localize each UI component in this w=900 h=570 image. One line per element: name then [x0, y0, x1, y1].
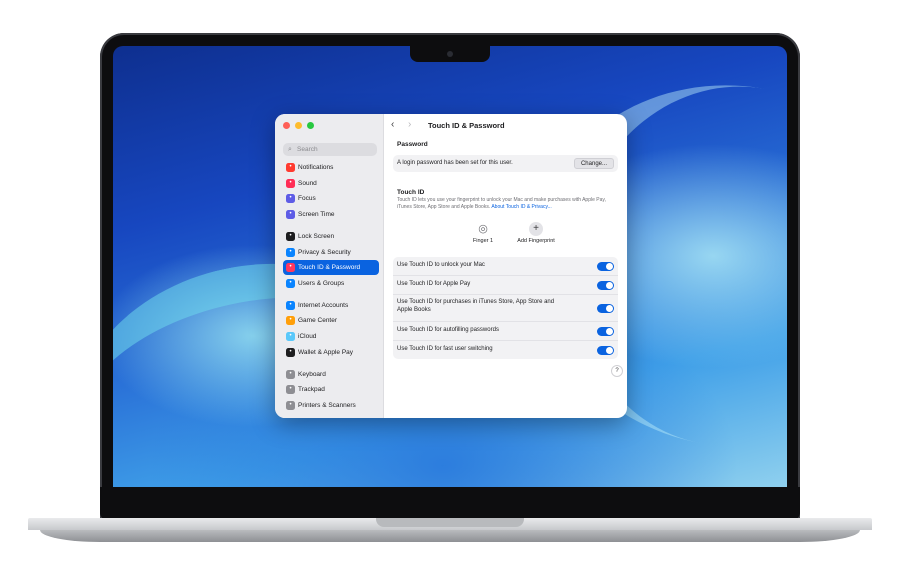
- sidebar-item-label: Game Center: [298, 317, 338, 324]
- sidebar-item-trackpad[interactable]: • Trackpad: [283, 382, 379, 397]
- laptop-thumb-notch: [376, 518, 524, 527]
- toggle-row: Use Touch ID for autofilling passwords: [393, 322, 618, 341]
- toggle-label: Use Touch ID to unlock your Mac: [397, 262, 485, 268]
- toggle-row: Use Touch ID for Apple Pay: [393, 276, 618, 295]
- password-status: A login password has been set for this u…: [397, 160, 513, 166]
- toggle-row: Use Touch ID to unlock your Mac: [393, 257, 618, 276]
- sidebar-item-label: Notifications: [298, 164, 334, 171]
- password-card: A login password has been set for this u…: [393, 155, 618, 172]
- wallet-icon: •: [286, 348, 295, 357]
- sidebar-item-label: Focus: [298, 195, 316, 202]
- sidebar-item-keyboard[interactable]: • Keyboard: [283, 367, 379, 382]
- sidebar-item-icloud[interactable]: • iCloud: [283, 329, 379, 344]
- toggle-switch[interactable]: [597, 327, 614, 336]
- touch-id-options: Use Touch ID to unlock your Mac Use Touch…: [393, 257, 618, 359]
- sidebar-item-users-groups[interactable]: • Users & Groups: [283, 276, 379, 291]
- laptop-bottom-bezel: [100, 487, 800, 519]
- system-settings-window: ⌕ Search • Notifications • Sound • Focus • Scre…: [275, 114, 627, 418]
- cloud-icon: •: [286, 332, 295, 341]
- change-password-button[interactable]: Change...: [573, 158, 614, 169]
- add-fingerprint-button[interactable]: + Add Fingerprint: [511, 222, 561, 244]
- sidebar-item-sound[interactable]: • Sound: [283, 176, 379, 191]
- plus-icon: +: [529, 222, 543, 236]
- sidebar-item-label: Lock Screen: [298, 233, 335, 240]
- toggle-label: Use Touch ID for fast user switching: [397, 346, 493, 352]
- toggle-switch[interactable]: [597, 346, 614, 355]
- help-button[interactable]: ?: [611, 365, 623, 377]
- sidebar-item-label: Sound: [298, 180, 317, 187]
- sidebar-item-label: Touch ID & Password: [298, 264, 361, 271]
- sidebar-item-label: Keyboard: [298, 371, 326, 378]
- touch-id-heading: Touch ID: [397, 189, 425, 196]
- printer-icon: •: [286, 401, 295, 410]
- toggle-switch[interactable]: [597, 262, 614, 271]
- sidebar-item-label: Screen Time: [298, 211, 335, 218]
- sidebar: ⌕ Search • Notifications • Sound • Focus • Scre…: [275, 114, 384, 418]
- toggle-label: Use Touch ID for Apple Pay: [397, 281, 471, 287]
- back-button[interactable]: ‹: [391, 119, 394, 130]
- minimize-button[interactable]: [295, 122, 302, 129]
- password-heading: Password: [397, 141, 428, 148]
- toggle-label: Use Touch ID for purchases in iTunes Sto…: [397, 299, 555, 313]
- keyboard-icon: •: [286, 370, 295, 379]
- fingerprint-icon: ◎: [478, 223, 488, 235]
- titlebar: ‹ › Touch ID & Password: [384, 114, 627, 136]
- sidebar-item-label: Wallet & Apple Pay: [298, 349, 354, 356]
- sidebar-item-lock-screen[interactable]: • Lock Screen: [283, 229, 379, 244]
- search-icon: ⌕: [288, 146, 292, 153]
- about-touch-id-link[interactable]: About Touch ID & Privacy...: [491, 204, 551, 210]
- toggle-row: Use Touch ID for fast user switching: [393, 341, 618, 359]
- sidebar-item-label: Users & Groups: [298, 280, 345, 287]
- sidebar-item-label: Trackpad: [298, 386, 325, 393]
- sidebar-item-focus[interactable]: • Focus: [283, 191, 379, 206]
- finger-label: Add Fingerprint: [517, 238, 555, 244]
- toggle-switch[interactable]: [597, 304, 614, 313]
- forward-button[interactable]: ›: [408, 119, 411, 130]
- search-placeholder: Search: [297, 146, 318, 153]
- sidebar-item-wallet-apple-pay[interactable]: • Wallet & Apple Pay: [283, 345, 379, 360]
- sidebar-item-internet-accounts[interactable]: • Internet Accounts: [283, 298, 379, 313]
- sidebar-item-label: Printers & Scanners: [298, 402, 356, 409]
- at-icon: •: [286, 301, 295, 310]
- sidebar-item-game-center[interactable]: • Game Center: [283, 313, 379, 328]
- lock-icon: •: [286, 232, 295, 241]
- moon-icon: •: [286, 194, 295, 203]
- camera-icon: [447, 51, 453, 57]
- laptop-base-lip: [40, 530, 860, 542]
- close-button[interactable]: [283, 122, 290, 129]
- sidebar-item-notifications[interactable]: • Notifications: [283, 160, 379, 175]
- sidebar-item-screen-time[interactable]: • Screen Time: [283, 207, 379, 222]
- search-input[interactable]: ⌕ Search: [283, 143, 377, 156]
- sidebar-item-label: iCloud: [298, 333, 317, 340]
- touch-id-description: Touch ID lets you use your fingerprint t…: [397, 197, 619, 210]
- sidebar-item-printers-scanners[interactable]: • Printers & Scanners: [283, 398, 379, 413]
- bell-icon: •: [286, 163, 295, 172]
- toggle-switch[interactable]: [597, 281, 614, 290]
- sidebar-item-privacy-security[interactable]: • Privacy & Security: [283, 245, 379, 260]
- finger-label: Finger 1: [472, 238, 494, 244]
- page-title: Touch ID & Password: [428, 121, 505, 130]
- game-center-icon: •: [286, 316, 295, 325]
- users-icon: •: [286, 279, 295, 288]
- settings-pane: ‹ › Touch ID & Password Password A login…: [384, 114, 627, 418]
- zoom-button[interactable]: [307, 122, 314, 129]
- hand-icon: •: [286, 248, 295, 257]
- trackpad-icon: •: [286, 385, 295, 394]
- fingerprint-icon: •: [286, 263, 295, 272]
- finger-1[interactable]: ◎ Finger 1: [458, 222, 508, 244]
- sidebar-item-label: Internet Accounts: [298, 302, 349, 309]
- sidebar-item-touch-id-password[interactable]: • Touch ID & Password: [283, 260, 379, 275]
- toggle-label: Use Touch ID for autofilling passwords: [397, 327, 499, 333]
- sidebar-item-label: Privacy & Security: [298, 249, 351, 256]
- speaker-icon: •: [286, 179, 295, 188]
- hourglass-icon: •: [286, 210, 295, 219]
- toggle-row: Use Touch ID for purchases in iTunes Sto…: [393, 295, 618, 322]
